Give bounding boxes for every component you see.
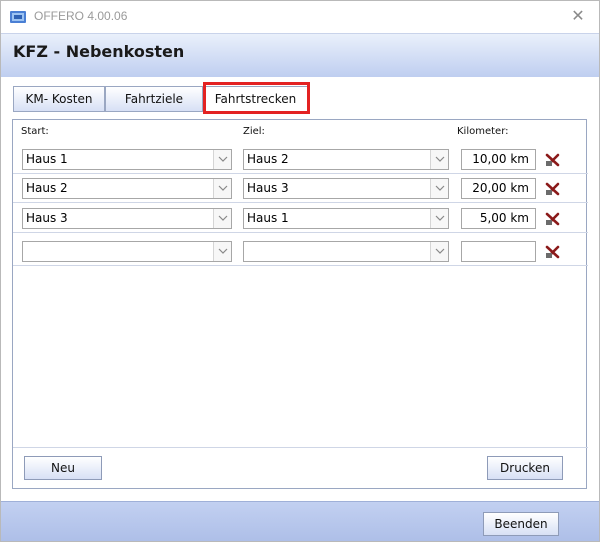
column-header-kilometer: Kilometer: bbox=[457, 126, 509, 137]
kilometer-field[interactable]: 10,00 km bbox=[461, 149, 536, 170]
chevron-down-icon[interactable] bbox=[213, 242, 231, 261]
tab-km-kosten[interactable]: KM- Kosten bbox=[13, 86, 105, 112]
chevron-down-icon[interactable] bbox=[213, 179, 231, 198]
start-select[interactable]: Haus 2 bbox=[22, 178, 232, 199]
window-title: OFFERO 4.00.06 bbox=[34, 9, 128, 23]
kilometer-field[interactable]: 5,00 km bbox=[461, 208, 536, 229]
print-button[interactable]: Drucken bbox=[487, 456, 563, 480]
chevron-down-icon[interactable] bbox=[213, 150, 231, 169]
start-value: Haus 1 bbox=[26, 152, 68, 166]
form-header: KFZ - Nebenkosten bbox=[1, 33, 599, 77]
footer-bar: Beenden bbox=[1, 501, 599, 541]
kilometer-value: 5,00 km bbox=[479, 211, 529, 225]
ziel-value: Haus 3 bbox=[247, 181, 289, 195]
start-value: Haus 2 bbox=[26, 181, 68, 195]
kilometer-field[interactable] bbox=[461, 241, 536, 262]
start-select[interactable]: Haus 1 bbox=[22, 149, 232, 170]
delete-row-icon[interactable] bbox=[545, 152, 561, 168]
row-divider bbox=[13, 232, 588, 233]
row-divider bbox=[13, 202, 588, 203]
ziel-select[interactable]: Haus 2 bbox=[243, 149, 449, 170]
route-row: Haus 2 Haus 3 20,00 km bbox=[13, 178, 588, 201]
page-title: KFZ - Nebenkosten bbox=[13, 42, 185, 61]
start-select[interactable]: Haus 3 bbox=[22, 208, 232, 229]
row-divider bbox=[13, 265, 588, 266]
kilometer-value: 20,00 km bbox=[472, 181, 529, 195]
column-header-start: Start: bbox=[21, 126, 49, 137]
start-select[interactable] bbox=[22, 241, 232, 262]
app-window: OFFERO 4.00.06 ✕ KFZ - Nebenkosten KM- K… bbox=[0, 0, 600, 542]
ziel-select[interactable] bbox=[243, 241, 449, 262]
kilometer-value: 10,00 km bbox=[472, 152, 529, 166]
panel-bottom-divider bbox=[13, 447, 588, 448]
chevron-down-icon[interactable] bbox=[430, 209, 448, 228]
chevron-down-icon[interactable] bbox=[430, 242, 448, 261]
route-row: Haus 3 Haus 1 5,00 km bbox=[13, 208, 588, 231]
route-row: Haus 1 Haus 2 10,00 km bbox=[13, 149, 588, 172]
delete-row-icon[interactable] bbox=[545, 181, 561, 197]
tab-fahrtziele[interactable]: Fahrtziele bbox=[105, 86, 203, 112]
tab-fahrtstrecken[interactable]: Fahrtstrecken bbox=[203, 86, 308, 112]
chevron-down-icon[interactable] bbox=[213, 209, 231, 228]
ziel-select[interactable]: Haus 1 bbox=[243, 208, 449, 229]
route-row-empty bbox=[13, 241, 588, 264]
delete-row-icon[interactable] bbox=[545, 211, 561, 227]
kilometer-field[interactable]: 20,00 km bbox=[461, 178, 536, 199]
chevron-down-icon[interactable] bbox=[430, 150, 448, 169]
chevron-down-icon[interactable] bbox=[430, 179, 448, 198]
route-panel: Start: Ziel: Kilometer: Haus 1 Haus 2 10… bbox=[12, 119, 588, 489]
new-button[interactable]: Neu bbox=[24, 456, 102, 480]
start-value: Haus 3 bbox=[26, 211, 68, 225]
offero-app-icon bbox=[10, 10, 26, 24]
row-divider bbox=[13, 173, 588, 174]
close-button[interactable]: Beenden bbox=[483, 512, 559, 536]
ziel-value: Haus 2 bbox=[247, 152, 289, 166]
delete-row-icon[interactable] bbox=[545, 244, 561, 260]
title-bar: OFFERO 4.00.06 ✕ bbox=[1, 1, 599, 33]
column-header-ziel: Ziel: bbox=[243, 126, 265, 137]
ziel-select[interactable]: Haus 3 bbox=[243, 178, 449, 199]
close-icon[interactable]: ✕ bbox=[569, 6, 587, 26]
ziel-value: Haus 1 bbox=[247, 211, 289, 225]
